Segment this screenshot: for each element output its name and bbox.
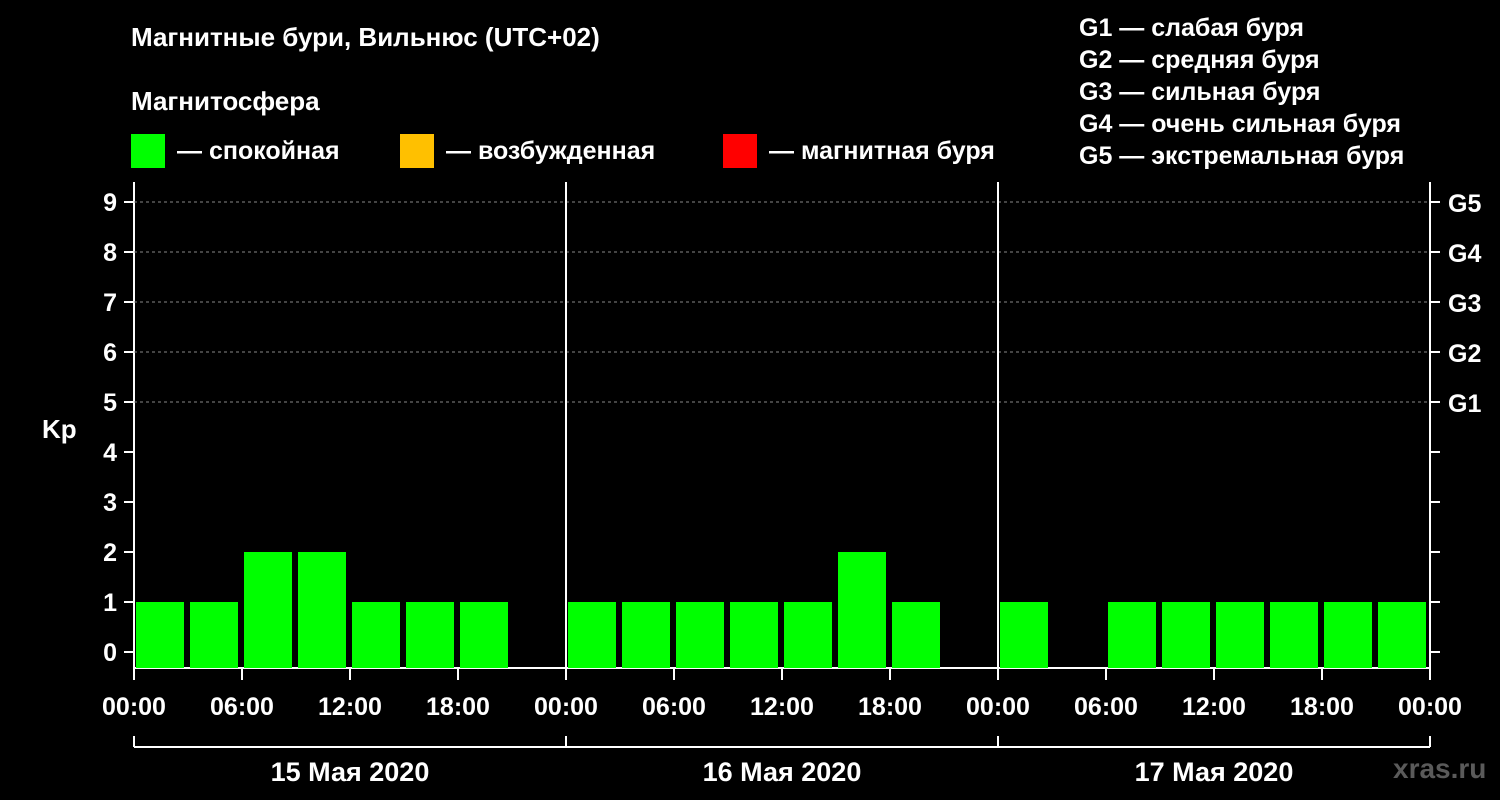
x-tick-label: 00:00: [1398, 693, 1462, 721]
y-tick-label: 4: [103, 439, 117, 467]
x-tick-label: 00:00: [102, 693, 166, 721]
y-tick-label: 6: [103, 339, 117, 367]
kp-bar: [1378, 602, 1426, 668]
y-tick-label: 8: [103, 239, 117, 267]
y-tick-label: 5: [103, 389, 117, 417]
x-tick-label: 00:00: [534, 693, 598, 721]
kp-bar: [784, 602, 832, 668]
y-tick-label: 1: [103, 589, 117, 617]
day-label: 16 Мая 2020: [703, 757, 862, 787]
kp-bar: [622, 602, 670, 668]
kp-bar: [730, 602, 778, 668]
watermark: xras.ru: [1393, 753, 1487, 784]
g-tick-label: G3: [1448, 290, 1481, 318]
kp-bar: [352, 602, 400, 668]
kp-bar: [298, 552, 346, 668]
y-axis-label: Kp: [42, 414, 77, 444]
kp-bar: [676, 602, 724, 668]
kp-bar-chart: 0 1 2 3 4 5 6 7 8 9 G1 G2 G3 G4 G5 Kp 00:00 06:00 12:00 18:…: [42, 182, 1481, 787]
kp-bar: [1162, 602, 1210, 668]
y-tick-label: 3: [103, 489, 117, 517]
kp-bar: [1216, 602, 1264, 668]
kp-bar: [136, 602, 184, 668]
kp-bar: [892, 602, 940, 668]
x-tick-label: 12:00: [750, 693, 814, 721]
day-label: 17 Мая 2020: [1135, 757, 1294, 787]
g-tick-label: G2: [1448, 340, 1481, 368]
kp-bar: [190, 602, 238, 668]
kp-bar: [1000, 602, 1048, 668]
kp-bar: [568, 602, 616, 668]
x-tick-label: 18:00: [858, 693, 922, 721]
day-label: 15 Мая 2020: [271, 757, 430, 787]
x-tick-label: 00:00: [966, 693, 1030, 721]
x-tick-label: 18:00: [1290, 693, 1354, 721]
kp-bar: [838, 552, 886, 668]
kp-bar: [1270, 602, 1318, 668]
g-tick-label: G5: [1448, 190, 1481, 218]
kp-bar: [460, 602, 508, 668]
y-tick-label: 7: [103, 289, 117, 317]
x-tick-label: 18:00: [426, 693, 490, 721]
y-tick-label: 9: [103, 189, 117, 217]
g-tick-label: G1: [1448, 390, 1481, 418]
x-tick-label: 06:00: [1074, 693, 1138, 721]
x-tick-label: 06:00: [642, 693, 706, 721]
g-tick-label: G4: [1448, 240, 1481, 268]
x-tick-label: 12:00: [1182, 693, 1246, 721]
kp-bar: [1108, 602, 1156, 668]
y-tick-label: 2: [103, 539, 117, 567]
kp-bar: [406, 602, 454, 668]
kp-bar: [244, 552, 292, 668]
y-tick-label: 0: [103, 639, 117, 667]
x-tick-label: 12:00: [318, 693, 382, 721]
x-tick-label: 06:00: [210, 693, 274, 721]
kp-bar: [1324, 602, 1372, 668]
